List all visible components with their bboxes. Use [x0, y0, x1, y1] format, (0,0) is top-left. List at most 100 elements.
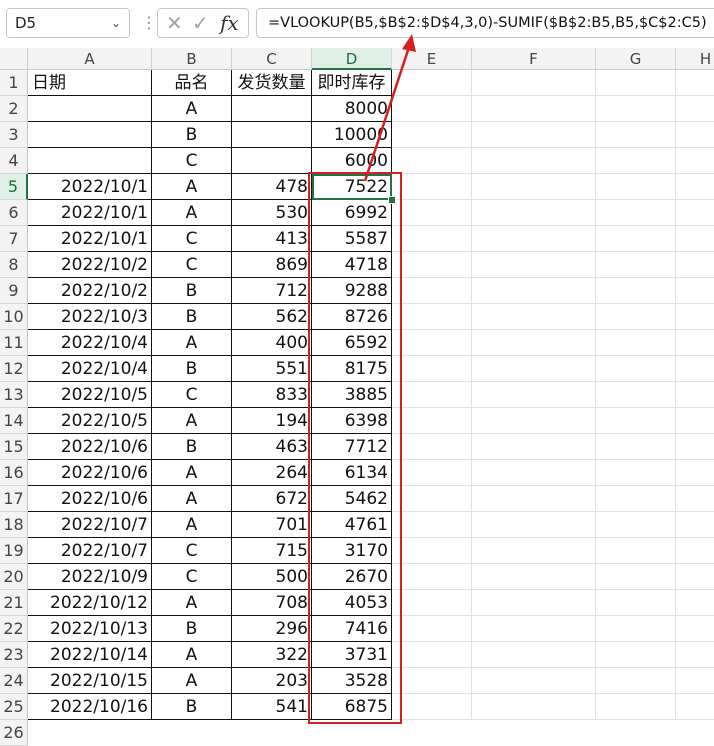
chevron-down-icon[interactable]: ⌄: [111, 9, 121, 37]
empty-cell[interactable]: [472, 460, 596, 486]
empty-cell[interactable]: [676, 694, 714, 720]
header-cell-b[interactable]: 品名: [152, 70, 232, 96]
empty-cell[interactable]: [596, 434, 676, 460]
row-header-11[interactable]: 11: [0, 330, 28, 356]
column-header-c[interactable]: C: [232, 48, 312, 70]
row-header-20[interactable]: 20: [0, 564, 28, 590]
row-header-16[interactable]: 16: [0, 460, 28, 486]
row-header-25[interactable]: 25: [0, 694, 28, 720]
table-cell[interactable]: 194: [232, 408, 312, 434]
table-cell[interactable]: 2022/10/1: [28, 226, 152, 252]
table-cell[interactable]: 530: [232, 200, 312, 226]
table-cell[interactable]: 2022/10/6: [28, 460, 152, 486]
table-cell[interactable]: 9288: [312, 278, 392, 304]
row-header-5[interactable]: 5: [0, 174, 28, 200]
empty-cell[interactable]: [472, 668, 596, 694]
empty-cell[interactable]: [472, 616, 596, 642]
table-cell[interactable]: A: [152, 200, 232, 226]
table-cell[interactable]: A: [152, 330, 232, 356]
table-cell[interactable]: 478: [232, 174, 312, 200]
table-cell[interactable]: 6592: [312, 330, 392, 356]
empty-cell[interactable]: [596, 408, 676, 434]
table-cell[interactable]: C: [152, 252, 232, 278]
empty-cell[interactable]: [472, 278, 596, 304]
empty-cell[interactable]: [472, 330, 596, 356]
table-cell[interactable]: B: [152, 694, 232, 720]
table-cell[interactable]: 7712: [312, 434, 392, 460]
table-cell[interactable]: [232, 122, 312, 148]
table-cell[interactable]: 701: [232, 512, 312, 538]
empty-cell[interactable]: [392, 616, 472, 642]
table-cell[interactable]: 296: [232, 616, 312, 642]
table-cell[interactable]: 833: [232, 382, 312, 408]
empty-cell[interactable]: [472, 148, 596, 174]
table-cell[interactable]: 2022/10/6: [28, 486, 152, 512]
table-cell[interactable]: [28, 148, 152, 174]
row-header-26[interactable]: 26: [0, 720, 28, 746]
table-cell[interactable]: 3528: [312, 668, 392, 694]
table-cell[interactable]: 715: [232, 538, 312, 564]
table-cell[interactable]: 6992: [312, 200, 392, 226]
empty-cell[interactable]: [392, 486, 472, 512]
table-cell[interactable]: 6398: [312, 408, 392, 434]
table-cell[interactable]: 6875: [312, 694, 392, 720]
table-cell[interactable]: 2022/10/5: [28, 408, 152, 434]
empty-cell[interactable]: [596, 330, 676, 356]
empty-cell[interactable]: [676, 330, 714, 356]
column-header-h[interactable]: H: [676, 48, 714, 70]
row-header-24[interactable]: 24: [0, 668, 28, 694]
table-cell[interactable]: C: [152, 148, 232, 174]
empty-cell[interactable]: [676, 538, 714, 564]
empty-cell[interactable]: [676, 252, 714, 278]
empty-cell[interactable]: [392, 668, 472, 694]
empty-cell[interactable]: [596, 304, 676, 330]
empty-cell[interactable]: [392, 252, 472, 278]
empty-cell[interactable]: [596, 148, 676, 174]
empty-cell[interactable]: [472, 694, 596, 720]
row-header-17[interactable]: 17: [0, 486, 28, 512]
table-cell[interactable]: 6134: [312, 460, 392, 486]
table-cell[interactable]: [232, 96, 312, 122]
empty-cell[interactable]: [676, 668, 714, 694]
empty-cell[interactable]: [392, 304, 472, 330]
row-header-12[interactable]: 12: [0, 356, 28, 382]
select-all-corner[interactable]: [0, 48, 28, 70]
table-cell[interactable]: 3170: [312, 538, 392, 564]
table-cell[interactable]: B: [152, 356, 232, 382]
row-header-4[interactable]: 4: [0, 148, 28, 174]
table-cell[interactable]: 400: [232, 330, 312, 356]
table-cell[interactable]: B: [152, 122, 232, 148]
empty-cell[interactable]: [392, 434, 472, 460]
empty-cell[interactable]: [596, 460, 676, 486]
table-cell[interactable]: 413: [232, 226, 312, 252]
table-cell[interactable]: 8175: [312, 356, 392, 382]
formula-input[interactable]: =VLOOKUP(B5,$B$2:$D$4,3,0)-SUMIF($B$2:B5…: [256, 8, 714, 38]
empty-cell[interactable]: [676, 96, 714, 122]
empty-cell[interactable]: [472, 642, 596, 668]
table-cell[interactable]: 2022/10/2: [28, 252, 152, 278]
empty-cell[interactable]: [596, 174, 676, 200]
row-header-22[interactable]: 22: [0, 616, 28, 642]
empty-cell[interactable]: [472, 356, 596, 382]
empty-cell[interactable]: [676, 590, 714, 616]
header-cell-a[interactable]: 日期: [28, 70, 152, 96]
row-header-13[interactable]: 13: [0, 382, 28, 408]
empty-cell[interactable]: [392, 642, 472, 668]
empty-cell[interactable]: [392, 356, 472, 382]
empty-cell[interactable]: [596, 538, 676, 564]
header-cell-d[interactable]: 即时库存: [312, 70, 392, 96]
row-header-9[interactable]: 9: [0, 278, 28, 304]
empty-cell[interactable]: [392, 330, 472, 356]
empty-cell[interactable]: [676, 174, 714, 200]
row-header-10[interactable]: 10: [0, 304, 28, 330]
name-box[interactable]: D5 ⌄: [6, 8, 130, 38]
row-header-21[interactable]: 21: [0, 590, 28, 616]
empty-cell[interactable]: [596, 226, 676, 252]
empty-cell[interactable]: [676, 642, 714, 668]
table-cell[interactable]: A: [152, 642, 232, 668]
fill-handle[interactable]: [388, 196, 396, 204]
row-header-6[interactable]: 6: [0, 200, 28, 226]
empty-cell[interactable]: [392, 408, 472, 434]
table-cell[interactable]: 2022/10/9: [28, 564, 152, 590]
table-cell[interactable]: 6000: [312, 148, 392, 174]
